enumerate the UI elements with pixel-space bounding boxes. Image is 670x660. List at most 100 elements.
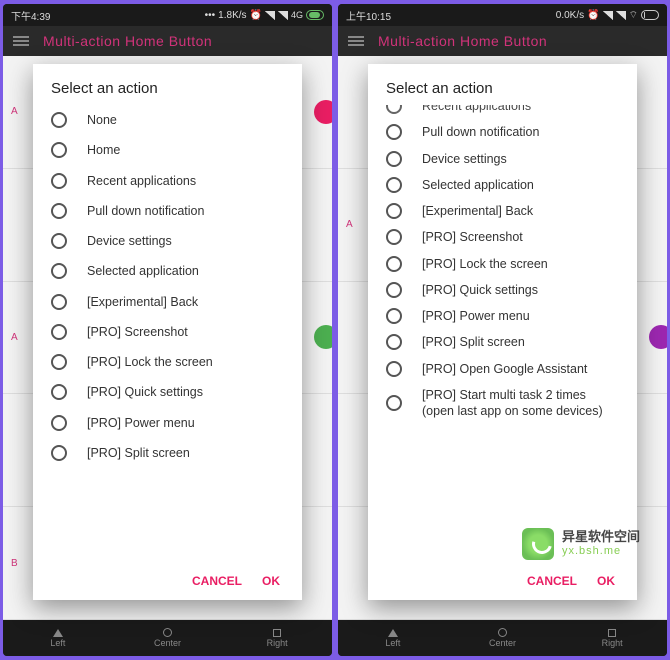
app-header: Multi-action Home Button — [338, 26, 667, 56]
nav-left[interactable]: Left — [338, 620, 448, 656]
nav-center[interactable]: Center — [448, 620, 558, 656]
radio-icon — [386, 256, 402, 272]
radio-icon — [51, 173, 67, 189]
dialog-title: Select an action — [33, 64, 302, 105]
status-net: 0.0K/s — [556, 10, 584, 21]
radio-icon — [386, 124, 402, 140]
app-title: Multi-action Home Button — [378, 33, 547, 49]
radio-icon — [386, 395, 402, 411]
wifi-icon: ⌔ — [629, 9, 638, 22]
radio-icon — [51, 354, 67, 370]
left-phone: 下午4:39 ••• 1.8K/s ⏰ 4G Multi-action Home… — [3, 4, 332, 656]
radio-option[interactable]: [PRO] Start multi task 2 times (open las… — [376, 382, 629, 425]
cancel-button[interactable]: CANCEL — [527, 574, 577, 588]
triangle-icon — [388, 629, 398, 637]
battery-icon — [306, 10, 324, 20]
status-4g: 4G — [291, 10, 303, 20]
radio-icon — [386, 105, 402, 114]
radio-icon — [386, 282, 402, 298]
select-action-dialog: Select an action Recent applications Pul… — [368, 64, 637, 600]
radio-option[interactable]: Recent applications — [376, 105, 629, 119]
dialog-actions: CANCEL OK — [368, 564, 637, 600]
dialog-list[interactable]: Recent applications Pull down notificati… — [368, 105, 637, 564]
radio-icon — [51, 203, 67, 219]
status-net: 1.8K/s — [218, 10, 246, 21]
radio-option[interactable]: Recent applications — [41, 166, 294, 196]
nav-left[interactable]: Left — [3, 620, 113, 656]
watermark-logo-icon — [522, 528, 554, 560]
radio-option[interactable]: Pull down notification — [376, 119, 629, 145]
watermark-line1: 异星软件空间 — [562, 530, 640, 545]
radio-option[interactable]: [PRO] Screenshot — [376, 224, 629, 250]
battery-icon — [641, 10, 659, 20]
radio-option[interactable]: [PRO] Split screen — [41, 438, 294, 468]
app-title: Multi-action Home Button — [43, 33, 212, 49]
radio-icon — [386, 308, 402, 324]
nav-right[interactable]: Right — [222, 620, 332, 656]
radio-option[interactable]: [PRO] Lock the screen — [41, 347, 294, 377]
radio-option[interactable]: [PRO] Split screen — [376, 329, 629, 355]
radio-option[interactable]: Selected application — [376, 172, 629, 198]
circle-icon — [498, 628, 507, 637]
bottom-nav: Left Center Right — [338, 620, 667, 656]
radio-option[interactable]: Device settings — [376, 146, 629, 172]
radio-icon — [386, 203, 402, 219]
radio-option[interactable]: [PRO] Power menu — [376, 303, 629, 329]
radio-icon — [386, 177, 402, 193]
radio-option[interactable]: Home — [41, 135, 294, 165]
radio-option[interactable]: [PRO] Open Google Assistant — [376, 356, 629, 382]
radio-option[interactable]: [PRO] Lock the screen — [376, 251, 629, 277]
radio-icon — [51, 445, 67, 461]
radio-option[interactable]: [Experimental] Back — [41, 287, 294, 317]
radio-icon — [51, 233, 67, 249]
radio-icon — [51, 294, 67, 310]
signal-icon — [616, 11, 626, 20]
radio-option[interactable]: Pull down notification — [41, 196, 294, 226]
alarm-icon: ⏰ — [587, 10, 599, 21]
nav-center[interactable]: Center — [113, 620, 223, 656]
hamburger-icon[interactable] — [348, 36, 364, 46]
radio-icon — [51, 142, 67, 158]
watermark-line2: yx.bsh.me — [562, 545, 640, 558]
radio-icon — [386, 151, 402, 167]
square-icon — [608, 629, 616, 637]
watermark: 异星软件空间 yx.bsh.me — [522, 528, 640, 560]
radio-icon — [386, 361, 402, 377]
square-icon — [273, 629, 281, 637]
ok-button[interactable]: OK — [597, 574, 615, 588]
status-dots-icon: ••• — [205, 10, 216, 21]
status-time: 下午4:39 — [11, 8, 50, 23]
status-bar: 上午10:15 0.0K/s ⏰ ⌔ — [338, 4, 667, 26]
radio-option[interactable]: [Experimental] Back — [376, 198, 629, 224]
select-action-dialog: Select an action None Home Recent applic… — [33, 64, 302, 600]
status-time: 上午10:15 — [346, 8, 391, 23]
radio-option[interactable]: None — [41, 105, 294, 135]
nav-right[interactable]: Right — [557, 620, 667, 656]
dialog-title: Select an action — [368, 64, 637, 105]
radio-option[interactable]: Device settings — [41, 226, 294, 256]
hamburger-icon[interactable] — [13, 36, 29, 46]
radio-icon — [51, 415, 67, 431]
radio-icon — [51, 112, 67, 128]
radio-icon — [51, 384, 67, 400]
bottom-nav: Left Center Right — [3, 620, 332, 656]
radio-icon — [386, 229, 402, 245]
signal-icon — [278, 11, 288, 20]
radio-option[interactable]: [PRO] Power menu — [41, 408, 294, 438]
radio-icon — [51, 263, 67, 279]
cancel-button[interactable]: CANCEL — [192, 574, 242, 588]
radio-option[interactable]: [PRO] Quick settings — [41, 377, 294, 407]
radio-icon — [386, 334, 402, 350]
circle-icon — [163, 628, 172, 637]
dialog-actions: CANCEL OK — [33, 564, 302, 600]
triangle-icon — [53, 629, 63, 637]
signal-icon — [265, 11, 275, 20]
ok-button[interactable]: OK — [262, 574, 280, 588]
radio-option[interactable]: [PRO] Quick settings — [376, 277, 629, 303]
status-bar: 下午4:39 ••• 1.8K/s ⏰ 4G — [3, 4, 332, 26]
alarm-icon: ⏰ — [250, 10, 262, 21]
radio-option[interactable]: [PRO] Screenshot — [41, 317, 294, 347]
signal-icon — [603, 11, 613, 20]
dialog-list[interactable]: None Home Recent applications Pull down … — [33, 105, 302, 564]
radio-option[interactable]: Selected application — [41, 256, 294, 286]
